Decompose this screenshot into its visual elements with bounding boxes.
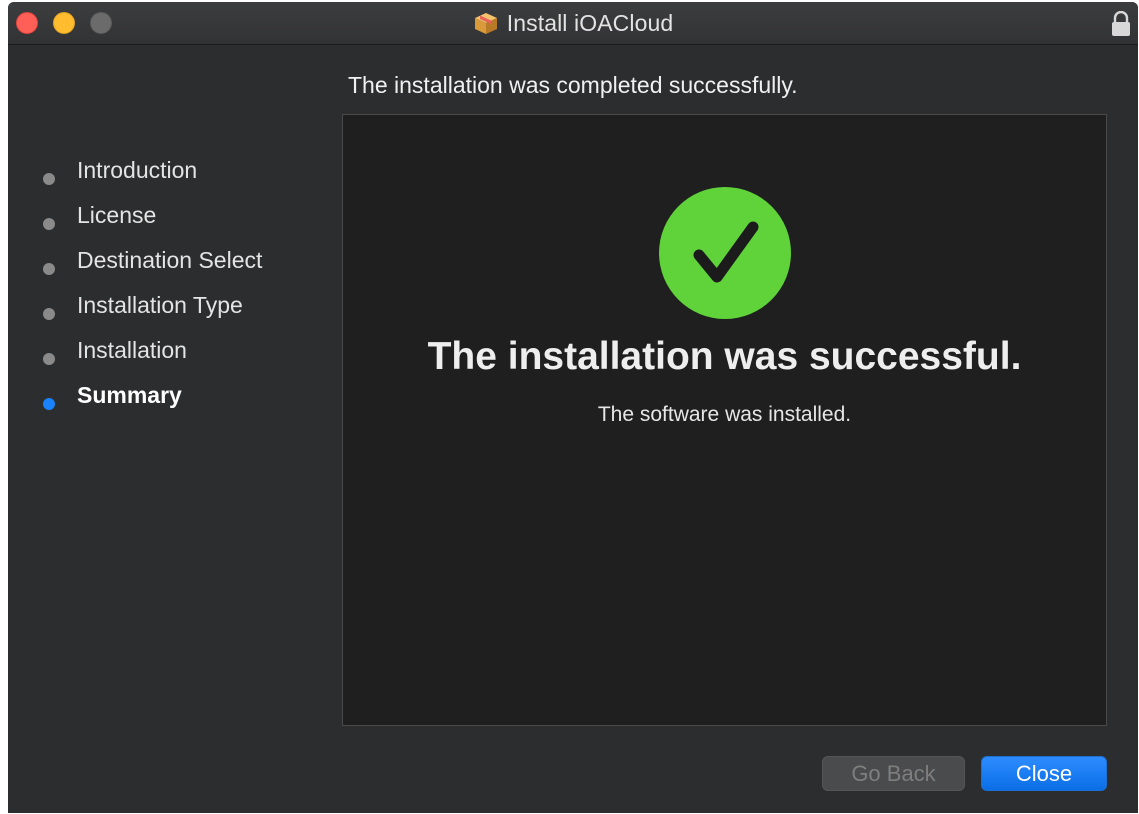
step-label: Destination Select xyxy=(77,247,263,273)
lock-icon xyxy=(1112,11,1130,36)
package-icon xyxy=(474,13,497,34)
page-header: The installation was completed successfu… xyxy=(348,72,798,98)
installer-window: Install iOACloud The installation was co… xyxy=(8,2,1138,813)
step-label: License xyxy=(77,202,157,228)
step-bullet-icon xyxy=(43,218,55,230)
step-introduction: Introduction xyxy=(8,152,328,197)
window-title: Install iOACloud xyxy=(506,9,674,36)
step-summary: Summary xyxy=(8,377,328,422)
step-label: Introduction xyxy=(77,157,198,183)
steps-sidebar: Introduction License Destination Select … xyxy=(8,152,328,422)
checkmark-circle-icon xyxy=(659,187,791,319)
step-license: License xyxy=(8,197,328,242)
title-bar[interactable]: Install iOACloud xyxy=(8,2,1138,45)
step-bullet-icon xyxy=(43,263,55,275)
close-button[interactable]: Close xyxy=(981,756,1107,791)
step-installation-type: Installation Type xyxy=(8,287,328,332)
step-installation: Installation xyxy=(8,332,328,377)
summary-panel: The installation was successful. The sof… xyxy=(342,114,1107,726)
step-bullet-icon xyxy=(43,353,55,365)
step-label: Summary xyxy=(77,382,182,408)
step-bullet-active-icon xyxy=(43,398,55,410)
step-bullet-icon xyxy=(43,173,55,185)
success-title: The installation was successful. xyxy=(427,335,1022,378)
step-bullet-icon xyxy=(43,308,55,320)
go-back-button: Go Back xyxy=(822,756,965,791)
step-label: Installation Type xyxy=(77,292,243,318)
title-group: Install iOACloud xyxy=(8,2,1138,44)
step-label: Installation xyxy=(77,337,187,363)
step-destination-select: Destination Select xyxy=(8,242,328,287)
success-subtitle: The software was installed. xyxy=(597,403,852,426)
